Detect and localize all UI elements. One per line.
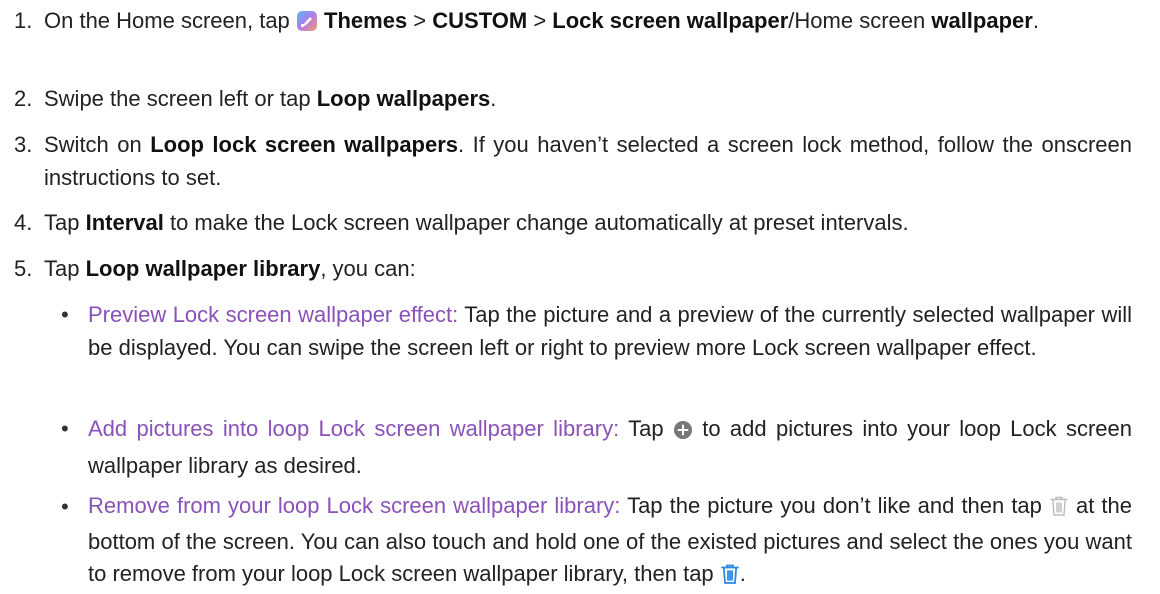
step-text: /Home screen bbox=[788, 8, 932, 33]
step-text: Swipe the screen left or tap bbox=[44, 86, 317, 111]
bullet-text: Tap the picture you don’t like and then … bbox=[620, 493, 1049, 518]
step-number: 2. bbox=[14, 86, 33, 111]
bullet-marker: • bbox=[61, 416, 69, 441]
bullet-add-pictures: • Add pictures into loop Lock screen wal… bbox=[44, 412, 1132, 482]
trash-icon-blue bbox=[720, 562, 740, 594]
step-4: 4. Tap Interval to make the Lock screen … bbox=[0, 206, 1132, 239]
bullet-heading: Remove from your loop Lock screen wallpa… bbox=[88, 493, 621, 518]
loop-wallpaper-library-label: Loop wallpaper library bbox=[85, 256, 321, 281]
separator: > bbox=[407, 8, 433, 33]
loop-lock-screen-wallpapers-label: Loop lock screen wallpapers bbox=[150, 132, 459, 157]
bullet-marker: • bbox=[61, 494, 69, 519]
step-text: Tap bbox=[44, 210, 86, 235]
lock-screen-wallpaper-label: Lock screen wallpaper bbox=[552, 8, 789, 33]
step-number: 4. bbox=[14, 210, 33, 235]
themes-label: Themes bbox=[324, 8, 408, 33]
bullet-heading: Preview Lock screen wallpaper effect: bbox=[88, 302, 459, 327]
step-number: 3. bbox=[14, 132, 33, 157]
bullet-text: . bbox=[739, 561, 746, 586]
step-text: Switch on bbox=[44, 132, 151, 157]
step-text: , you can: bbox=[320, 256, 416, 281]
loop-wallpapers-label: Loop wallpapers bbox=[316, 86, 491, 111]
bullet-text: Tap bbox=[619, 416, 673, 441]
add-circle-icon bbox=[673, 416, 693, 449]
bullet-remove: • Remove from your loop Lock screen wall… bbox=[44, 490, 1132, 594]
wallpaper-label: wallpaper bbox=[931, 8, 1033, 33]
step-2: 2. Swipe the screen left or tap Loop wal… bbox=[0, 82, 1132, 115]
step-text: to make the Lock screen wallpaper change… bbox=[163, 210, 909, 235]
themes-app-icon bbox=[296, 8, 318, 41]
step-number: 5. bbox=[14, 256, 33, 281]
separator: > bbox=[527, 8, 553, 33]
custom-label: CUSTOM bbox=[432, 8, 528, 33]
step-5: 5. Tap Loop wallpaper library, you can: bbox=[0, 252, 1132, 285]
step-3: 3. Switch on Loop lock screen wallpapers… bbox=[0, 128, 1132, 194]
step-text: Tap bbox=[44, 256, 86, 281]
step-text: . bbox=[490, 86, 497, 111]
trash-icon-light bbox=[1049, 494, 1069, 526]
bullet-preview: • Preview Lock screen wallpaper effect: … bbox=[44, 298, 1132, 364]
step-text: . bbox=[1032, 8, 1039, 33]
step-number: 1. bbox=[14, 8, 33, 33]
step-text: On the Home screen, tap bbox=[44, 8, 296, 33]
step-1: 1. On the Home screen, tap Themes > CUST… bbox=[0, 4, 1132, 41]
interval-label: Interval bbox=[85, 210, 164, 235]
bullet-heading: Add pictures into loop Lock screen wallp… bbox=[88, 416, 620, 441]
bullet-marker: • bbox=[61, 302, 69, 327]
